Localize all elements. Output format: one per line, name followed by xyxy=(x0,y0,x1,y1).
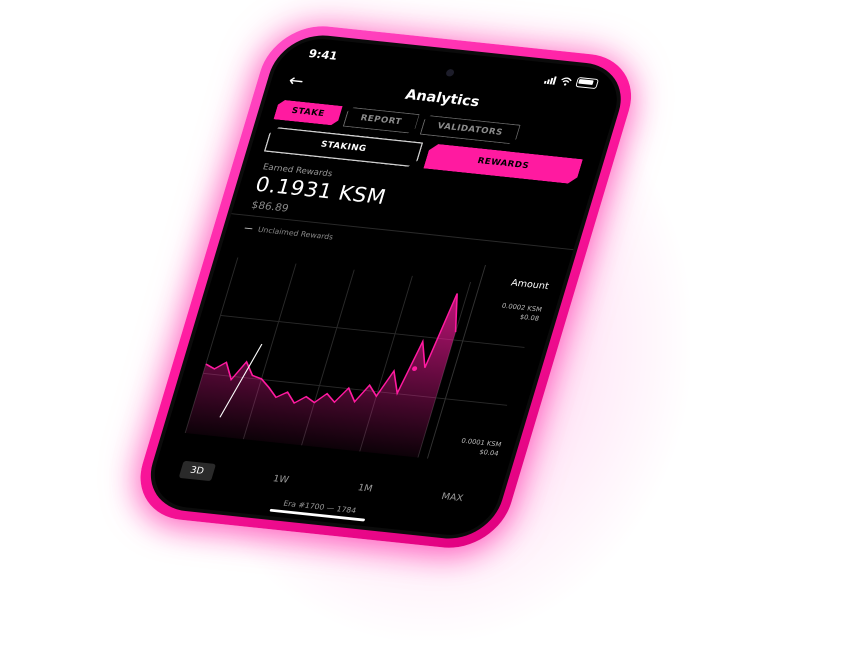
period-max[interactable]: MAX xyxy=(429,487,474,508)
legend-label: Unclaimed Rewards xyxy=(256,225,335,242)
period-3d[interactable]: 3D xyxy=(178,460,216,482)
wifi-icon xyxy=(561,77,572,86)
status-icons xyxy=(543,74,600,90)
period-1w[interactable]: 1W xyxy=(261,469,301,490)
tab-stake[interactable]: Stake xyxy=(273,99,342,125)
tab-validators[interactable]: Validators xyxy=(419,115,520,145)
tab-staking[interactable]: Staking xyxy=(264,126,424,167)
period-1m[interactable]: 1M xyxy=(346,478,384,499)
tab-report[interactable]: Report xyxy=(342,107,419,134)
legend-swatch xyxy=(244,227,253,230)
earned-rewards-fiat: $86.89 xyxy=(249,198,291,215)
cellular-signal-icon xyxy=(543,74,557,85)
front-camera-icon xyxy=(445,68,455,77)
status-time: 9:41 xyxy=(307,47,340,63)
tab-rewards[interactable]: Rewards xyxy=(423,143,583,184)
rewards-chart[interactable] xyxy=(162,238,566,481)
battery-icon xyxy=(575,77,600,90)
chart-legend: Unclaimed Rewards xyxy=(244,224,335,242)
grid-line-horizontal xyxy=(220,314,525,348)
